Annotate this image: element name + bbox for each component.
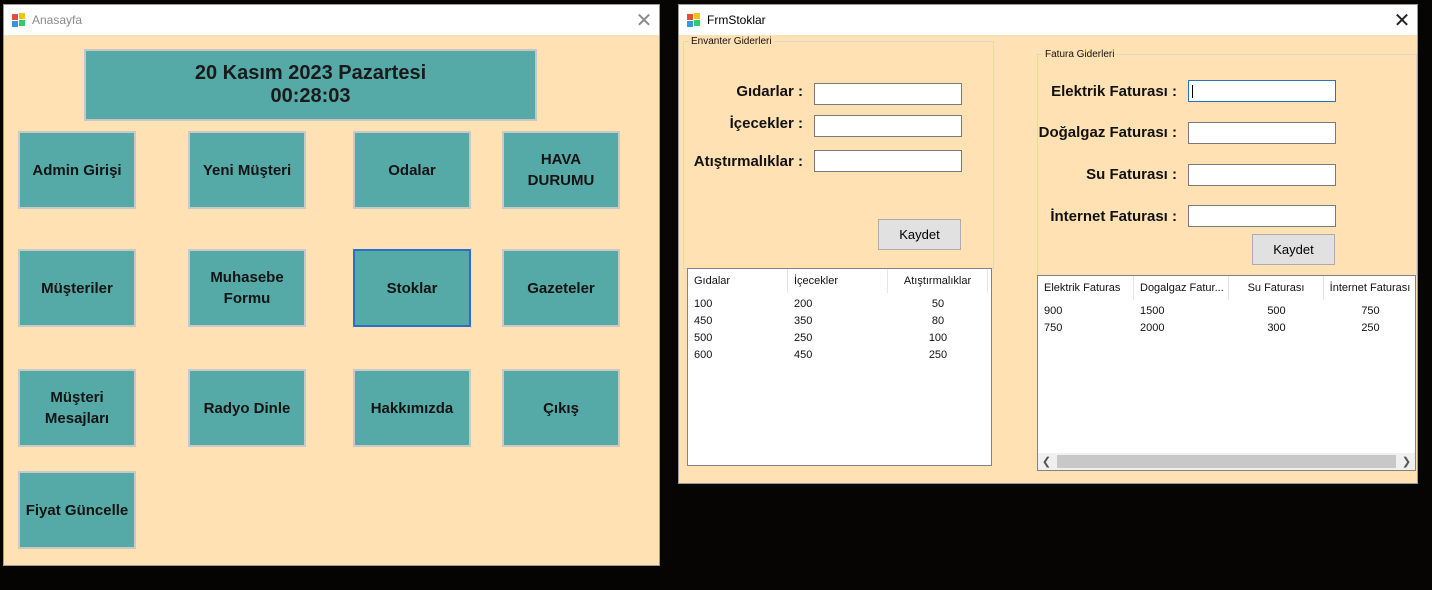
inventory-grid[interactable]: Gıdalar İçecekler Atıştırmalıklar 100 20… <box>687 268 992 466</box>
table-row[interactable]: 100 200 50 <box>688 296 988 313</box>
text-caret <box>1192 85 1193 98</box>
table-row[interactable]: 750 2000 300 250 <box>1038 320 1415 337</box>
newspapers-button[interactable]: Gazeteler <box>502 249 620 327</box>
column-header[interactable]: Atıştırmalıklar <box>888 269 988 293</box>
date-label: 20 Kasım 2023 Pazartesi <box>194 62 427 84</box>
admin-login-button[interactable]: Admin Girişi <box>18 131 136 209</box>
cell: 250 <box>1361 322 1380 334</box>
column-header[interactable]: İçecekler <box>788 269 888 293</box>
internet-bill-label: İnternet Faturası : <box>1050 208 1177 225</box>
water-bill-label: Su Faturası : <box>1086 166 1177 183</box>
cell: 900 <box>1044 305 1063 317</box>
cell: 50 <box>931 298 945 310</box>
cell: 200 <box>794 298 813 310</box>
water-bill-input[interactable] <box>1188 164 1336 186</box>
table-row[interactable]: 600 450 250 <box>688 347 988 364</box>
scroll-thumb[interactable] <box>1057 455 1396 468</box>
scroll-right-icon[interactable]: ❯ <box>1398 455 1415 468</box>
anasayfa-window: Anasayfa ✕ 20 Kasım 2023 Pazartesi 00:28… <box>3 4 660 566</box>
inventory-grid-rows: 100 200 50 450 350 80 500 250 100 600 45… <box>688 296 988 364</box>
anasayfa-titlebar[interactable]: Anasayfa ✕ <box>4 5 659 35</box>
bills-grid-rows: 900 1500 500 750 750 2000 300 250 <box>1038 303 1415 337</box>
cell: 600 <box>694 349 713 361</box>
table-row[interactable]: 450 350 80 <box>688 313 988 330</box>
bills-grid[interactable]: Elektrik Faturas Dogalgaz Fatur... Su Fa… <box>1037 275 1416 471</box>
update-price-button[interactable]: Fiyat Güncelle <box>18 471 136 549</box>
beverages-input[interactable] <box>814 115 962 137</box>
cell: 350 <box>794 315 813 327</box>
bills-grid-header: Elektrik Faturas Dogalgaz Fatur... Su Fa… <box>1038 276 1415 300</box>
inventory-expenses-caption: Envanter Giderleri <box>689 36 774 47</box>
food-input[interactable] <box>814 83 962 105</box>
inventory-save-button[interactable]: Kaydet <box>878 219 961 250</box>
cell: 100 <box>694 298 713 310</box>
stocks-button[interactable]: Stoklar <box>353 249 471 327</box>
internet-bill-input[interactable] <box>1188 205 1336 227</box>
about-button[interactable]: Hakkımızda <box>353 369 471 447</box>
cell: 450 <box>794 349 813 361</box>
cell: 2000 <box>1140 322 1165 334</box>
horizontal-scrollbar[interactable]: ❮ ❯ <box>1038 453 1415 470</box>
cell: 750 <box>1361 305 1380 317</box>
listen-radio-button[interactable]: Radyo Dinle <box>188 369 306 447</box>
column-header[interactable]: Su Faturası <box>1229 276 1324 300</box>
column-header[interactable]: Elektrik Faturas <box>1038 276 1134 300</box>
app-icon <box>12 13 26 27</box>
new-customer-button[interactable]: Yeni Müşteri <box>188 131 306 209</box>
cell: 750 <box>1044 322 1063 334</box>
column-header[interactable]: İnternet Faturası <box>1324 276 1415 300</box>
cell: 250 <box>928 349 948 361</box>
frmstoklar-window: FrmStoklar ✕ Envanter Giderleri Gıdarlar… <box>678 4 1418 484</box>
inventory-grid-header: Gıdalar İçecekler Atıştırmalıklar <box>688 269 988 293</box>
gas-bill-label: Doğalgaz Faturası : <box>1038 124 1177 141</box>
frmstoklar-titlebar[interactable]: FrmStoklar ✕ <box>679 5 1417 35</box>
food-label: Gıdarlar : <box>736 83 803 100</box>
cell: 500 <box>694 332 713 344</box>
close-icon[interactable]: ✕ <box>1387 5 1417 35</box>
close-icon[interactable]: ✕ <box>629 5 659 35</box>
frmstoklar-title: FrmStoklar <box>707 13 766 27</box>
date-time-panel: 20 Kasım 2023 Pazartesi 00:28:03 <box>84 49 537 121</box>
table-row[interactable]: 500 250 100 <box>688 330 988 347</box>
rooms-button[interactable]: Odalar <box>353 131 471 209</box>
beverages-label: İçecekler : <box>729 115 803 132</box>
gas-bill-input[interactable] <box>1188 122 1336 144</box>
scroll-left-icon[interactable]: ❮ <box>1038 455 1055 468</box>
cell: 500 <box>1267 305 1286 317</box>
column-header[interactable]: Gıdalar <box>688 269 788 293</box>
column-header[interactable]: Dogalgaz Fatur... <box>1134 276 1229 300</box>
anasayfa-title: Anasayfa <box>32 13 83 27</box>
exit-button[interactable]: Çıkış <box>502 369 620 447</box>
table-row[interactable]: 900 1500 500 750 <box>1038 303 1415 320</box>
electricity-bill-input[interactable] <box>1188 80 1336 102</box>
weather-button[interactable]: HAVA DURUMU <box>502 131 620 209</box>
cell: 300 <box>1267 322 1286 334</box>
cell: 1500 <box>1140 305 1165 317</box>
customers-button[interactable]: Müşteriler <box>18 249 136 327</box>
snacks-input[interactable] <box>814 150 962 172</box>
app-icon <box>687 13 701 27</box>
cell: 250 <box>794 332 813 344</box>
accounting-form-button[interactable]: Muhasebe Formu <box>188 249 306 327</box>
electricity-bill-label: Elektrik Faturası : <box>1051 83 1177 100</box>
cell: 80 <box>931 315 945 327</box>
bills-save-button[interactable]: Kaydet <box>1252 234 1335 265</box>
snacks-label: Atıştırmalıklar : <box>693 153 803 170</box>
bill-expenses-caption: Fatura Giderleri <box>1043 49 1117 60</box>
customer-messages-button[interactable]: Müşteri Mesajları <box>18 369 136 447</box>
cell: 100 <box>928 332 948 344</box>
time-label: 00:28:03 <box>270 85 351 107</box>
cell: 450 <box>694 315 713 327</box>
